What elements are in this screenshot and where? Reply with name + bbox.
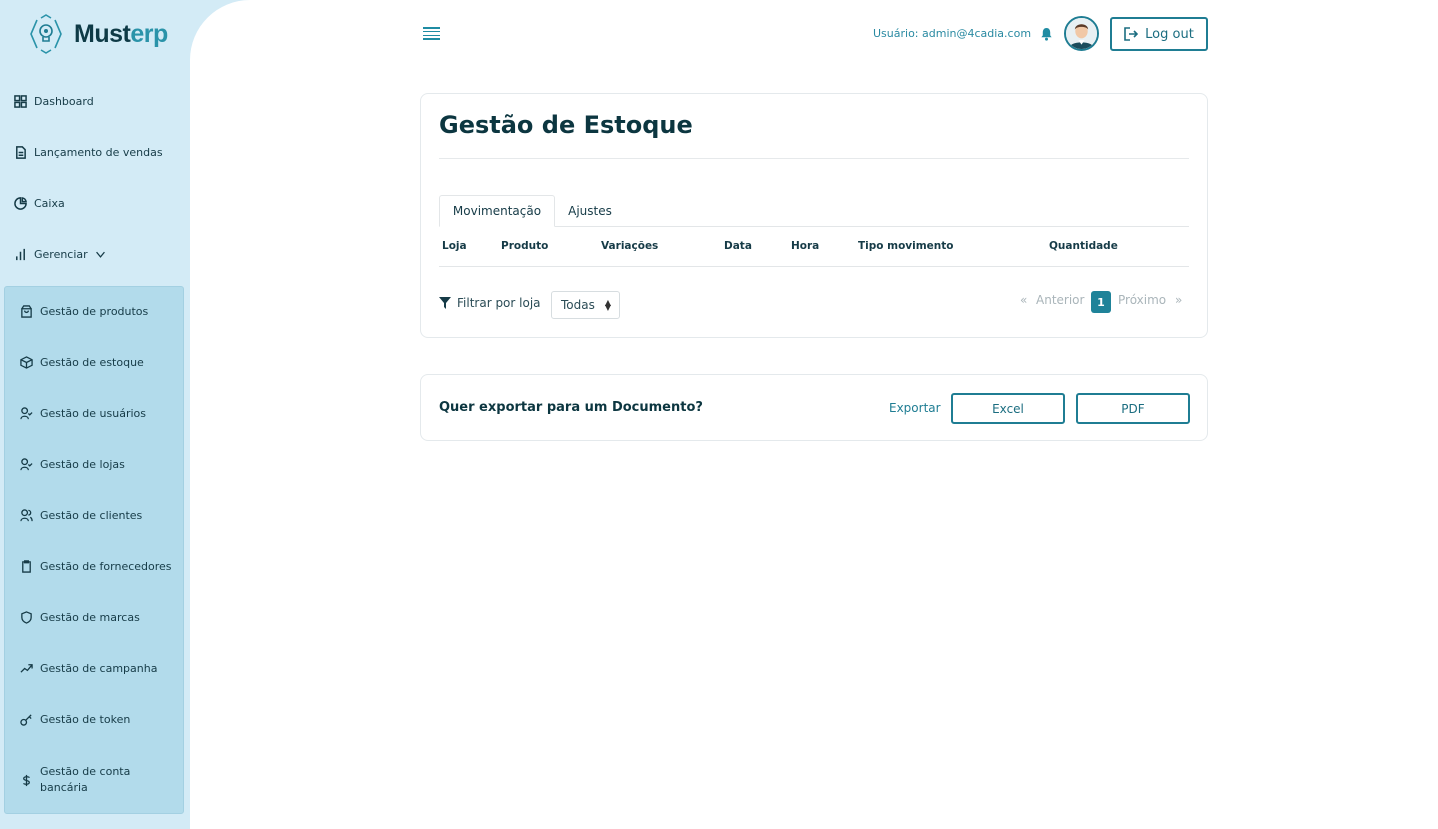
hamburger-menu-icon[interactable]: [423, 27, 440, 40]
sidebar-item-gestao-de-produtos[interactable]: Gestão de produtos: [20, 305, 148, 318]
sidebar-corner: [190, 0, 250, 60]
sidebar-item-gestao-de-marcas[interactable]: Gestão de marcas: [20, 611, 140, 624]
stock-management-card: Gestão de Estoque Movimentação Ajustes L…: [420, 93, 1208, 338]
store-select-value: Todas: [561, 298, 595, 312]
sidebar-item-caixa[interactable]: Caixa: [14, 197, 65, 210]
column-header-quantidade[interactable]: Quantidade: [1049, 240, 1118, 252]
export-question: Quer exportar para um Documento?: [439, 400, 703, 415]
dollar-icon: [23, 774, 30, 786]
user-check-icon: [20, 407, 33, 420]
document-icon: [16, 146, 26, 159]
column-header-loja[interactable]: Loja: [442, 240, 467, 252]
user-check-icon: [20, 458, 33, 471]
clipboard-icon: [22, 560, 31, 573]
chevron-down-icon: [95, 251, 105, 258]
sidebar-item-label: Gestão de fornecedores: [40, 560, 172, 573]
export-pdf-button[interactable]: PDF: [1076, 393, 1190, 424]
logout-label: Log out: [1145, 26, 1194, 42]
sidebar-item-gestao-de-conta-bancaria[interactable]: Gestão de conta bancária: [20, 764, 150, 796]
grid-icon: [14, 95, 27, 108]
sidebar-item-gestao-de-token[interactable]: Gestão de token: [20, 713, 130, 726]
sidebar-item-label: Gestão de campanha: [40, 662, 158, 675]
user-label: Usuário: admin@4cadia.com: [873, 27, 1032, 40]
sidebar-item-lancamento-de-vendas[interactable]: Lançamento de vendas: [14, 146, 163, 159]
sidebar-item-label: Gestão de clientes: [40, 509, 143, 522]
brand-name: Musterp: [74, 19, 168, 48]
filter-icon: [439, 297, 451, 309]
sidebar-item-gestao-de-fornecedores[interactable]: Gestão de fornecedores: [20, 560, 172, 573]
sidebar-item-label: Gestão de token: [40, 713, 131, 726]
users-icon: [20, 509, 33, 522]
column-header-data[interactable]: Data: [724, 240, 752, 252]
sidebar-item-gestao-de-campanha[interactable]: Gestão de campanha: [20, 662, 157, 675]
tabs: Movimentação Ajustes: [439, 195, 1189, 227]
logout-icon: [1124, 27, 1139, 41]
sidebar-item-label: Gestão de estoque: [40, 356, 144, 369]
user-avatar-icon: [1066, 18, 1097, 49]
logout-button[interactable]: Log out: [1110, 17, 1208, 51]
table-header-line: [439, 266, 1189, 267]
sidebar-item-label: Gerenciar: [34, 248, 88, 261]
trending-up-icon: [20, 664, 33, 673]
gerenciar-submenu: Gestão de produtos Gestão de estoque Ges…: [4, 286, 184, 814]
column-header-tipo-movimento[interactable]: Tipo movimento: [858, 240, 954, 252]
export-excel-button[interactable]: Excel: [951, 393, 1065, 424]
tab-movimentacao[interactable]: Movimentação: [439, 195, 555, 227]
sidebar-item-gestao-de-estoque[interactable]: Gestão de estoque: [20, 356, 144, 369]
store-select[interactable]: Todas ▲ ▼: [551, 291, 620, 319]
pagination-first[interactable]: «: [1020, 293, 1027, 307]
pagination-next[interactable]: Próximo: [1118, 293, 1166, 307]
divider: [439, 158, 1189, 159]
column-header-produto[interactable]: Produto: [501, 240, 548, 252]
pagination-previous[interactable]: Anterior: [1036, 293, 1084, 307]
export-card: Quer exportar para um Documento? Exporta…: [420, 374, 1208, 441]
box-icon: [20, 356, 33, 369]
sidebar: Musterp Dashboard Lançamento de vendas C…: [0, 0, 190, 829]
pagination-page-current[interactable]: 1: [1091, 291, 1111, 313]
pagination-last[interactable]: »: [1175, 293, 1182, 307]
shield-icon: [21, 611, 32, 624]
column-header-variacoes[interactable]: Variações: [601, 240, 658, 252]
bar-chart-icon: [16, 248, 25, 261]
sidebar-item-gestao-de-clientes[interactable]: Gestão de clientes: [20, 509, 142, 522]
sidebar-item-gestao-de-usuarios[interactable]: Gestão de usuários: [20, 407, 146, 420]
brand-logo[interactable]: Musterp: [24, 14, 168, 54]
pie-chart-icon: [14, 197, 27, 210]
sidebar-item-label: Gestão de usuários: [40, 407, 147, 420]
column-header-hora[interactable]: Hora: [791, 240, 819, 252]
logo-hexagon-icon: [30, 14, 62, 54]
export-label[interactable]: Exportar: [889, 401, 941, 415]
sidebar-item-label: Gestão de marcas: [40, 611, 140, 624]
sidebar-item-label: Dashboard: [34, 95, 94, 108]
sidebar-item-label: Gestão de conta bancária: [40, 765, 131, 794]
sidebar-item-gestao-de-lojas[interactable]: Gestão de lojas: [20, 458, 125, 471]
sidebar-item-label: Lançamento de vendas: [34, 146, 163, 159]
page-title: Gestão de Estoque: [439, 111, 693, 139]
shopping-bag-icon: [21, 305, 32, 318]
store-filter: Filtrar por loja: [439, 296, 541, 310]
bell-icon[interactable]: [1040, 27, 1053, 41]
filter-label: Filtrar por loja: [457, 296, 541, 310]
sidebar-item-gerenciar[interactable]: Gerenciar: [14, 248, 106, 261]
key-icon: [20, 714, 32, 726]
select-caret-icon: ▲ ▼: [604, 298, 611, 312]
tab-ajustes[interactable]: Ajustes: [555, 195, 625, 227]
sidebar-item-label: Caixa: [34, 197, 65, 210]
avatar[interactable]: [1064, 16, 1099, 51]
sidebar-item-label: Gestão de produtos: [40, 305, 149, 318]
sidebar-item-label: Gestão de lojas: [40, 458, 125, 471]
sidebar-item-dashboard[interactable]: Dashboard: [14, 95, 94, 108]
